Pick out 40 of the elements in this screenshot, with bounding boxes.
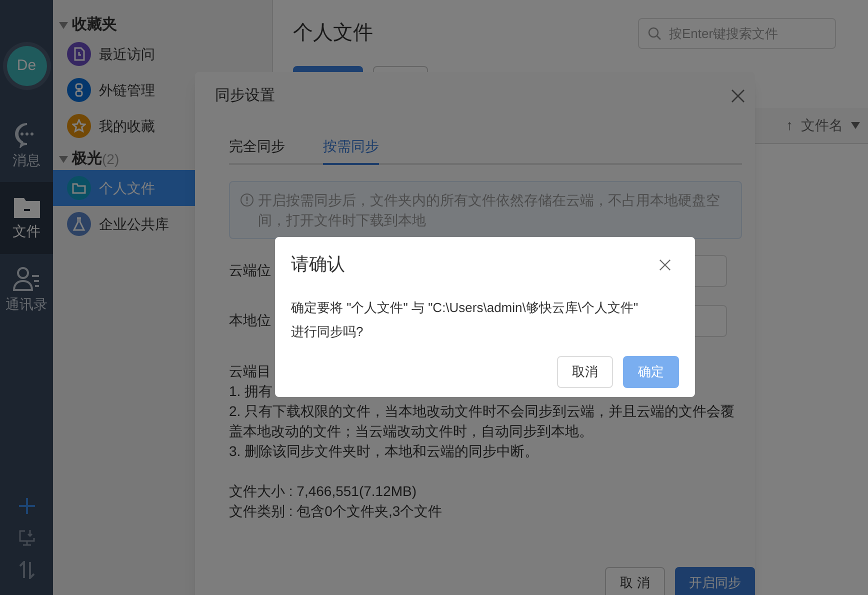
field-label: 云端位 — [229, 262, 271, 278]
sort-arrows-icon[interactable] — [18, 561, 34, 579]
info-text: 文件大小 : 7,466,551(7.12MB) — [229, 482, 418, 501]
plus-icon[interactable] — [18, 497, 36, 515]
cancel-button[interactable]: 取 消 — [605, 567, 665, 595]
caret-icon[interactable] — [59, 22, 68, 28]
info-text: 文件类别 : 包含0个文件夹,3个文件 — [229, 502, 444, 521]
confirm-message: 确定要将 "个人文件" 与 "C:\Users\admin\够快云库\个人文件" 进行同步吗? — [291, 299, 640, 341]
note-text: 3. 删除该同步文件夹时，本地和云端的同步中断。 — [229, 442, 539, 461]
note-text: 1. 拥有 — [229, 382, 273, 401]
dialog-title: 同步设置 — [215, 86, 275, 106]
tab[interactable]: 按需同步 — [323, 136, 379, 165]
close-icon[interactable] — [659, 258, 671, 270]
note-text: 云端目 — [229, 362, 271, 381]
ok-button[interactable]: 确定 — [623, 356, 679, 388]
monitor-download-icon[interactable] — [18, 529, 34, 547]
search-icon — [648, 26, 661, 40]
group-title: 极光 — [72, 148, 102, 169]
sidebar-item[interactable]: 最近访问 — [53, 36, 272, 72]
tab[interactable]: 完全同步 — [229, 136, 285, 165]
caret-icon — [851, 122, 860, 129]
caret-icon[interactable] — [59, 156, 68, 162]
field-label: 本地位 — [229, 312, 271, 328]
document-icon — [72, 47, 86, 61]
note-text: 2. 只有下载权限的文件，当本地改动文件时不会同步到云端，并且云端的文件会覆盖本地改动的文件；当云端改动文件时，自动同步到本地。 — [229, 402, 736, 441]
nav-item[interactable]: 通讯录 — [0, 254, 53, 326]
contacts-icon — [12, 266, 40, 292]
group-title: 收藏夹 — [72, 14, 117, 35]
start-sync-button[interactable]: 开启同步 — [675, 567, 755, 595]
dialog-title: 请确认 — [291, 253, 345, 276]
close-icon[interactable] — [731, 89, 745, 103]
page-title: 个人文件 — [293, 21, 373, 46]
star-icon — [72, 119, 86, 133]
flask-icon — [72, 217, 86, 231]
folder-icon — [72, 181, 86, 195]
nav-item[interactable]: 文件 — [0, 182, 53, 254]
info-icon — [240, 193, 254, 207]
sort-control[interactable]: ↑ 文件名 — [786, 108, 868, 143]
nav-item[interactable]: 消息 — [0, 110, 53, 182]
cancel-button[interactable]: 取消 — [557, 356, 613, 388]
